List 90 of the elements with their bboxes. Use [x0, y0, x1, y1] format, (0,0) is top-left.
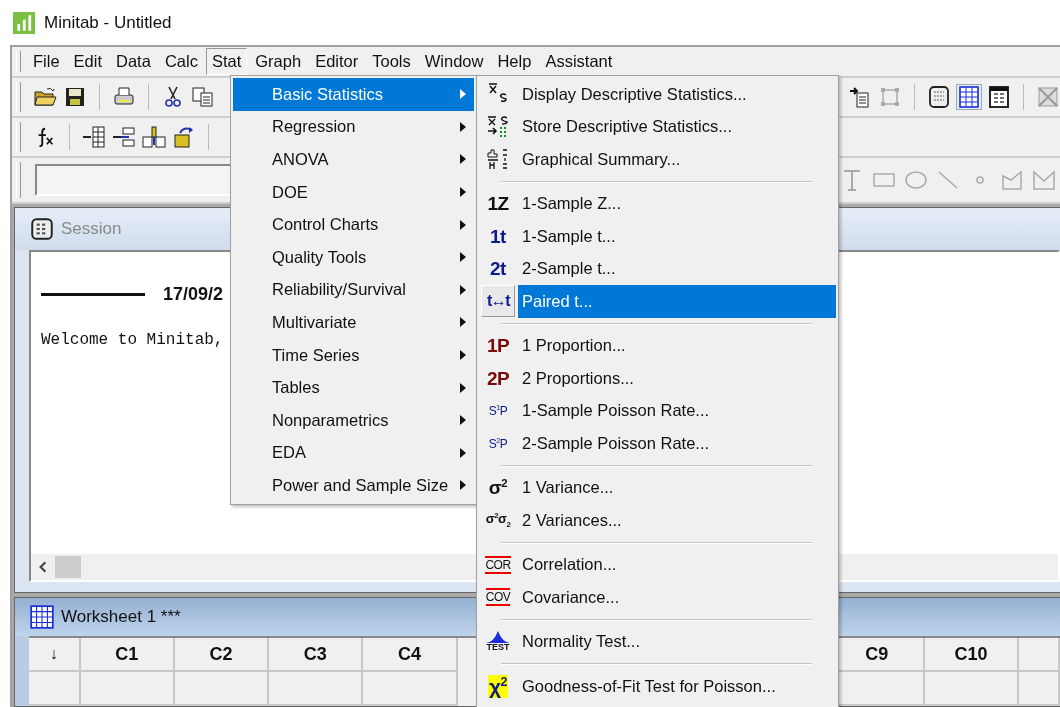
- histogram-icon[interactable]: [486, 147, 510, 172]
- column-header[interactable]: C1: [80, 638, 175, 672]
- window-title: Worksheet 1 ***: [61, 607, 181, 627]
- grid-icon[interactable]: [987, 85, 1011, 109]
- symbol-icon: 2t: [490, 259, 506, 279]
- menu-item[interactable]: Window: [418, 48, 490, 75]
- menu-item[interactable]: 2 Variances...: [518, 504, 836, 537]
- menu-item[interactable]: Data: [110, 48, 157, 75]
- menu-item[interactable]: Assistant: [539, 48, 619, 75]
- line-tool-icon[interactable]: [936, 168, 960, 192]
- column-header[interactable]: C3: [269, 638, 364, 672]
- save-icon[interactable]: [63, 85, 87, 109]
- menu-item[interactable]: File: [27, 48, 66, 75]
- copy-icon[interactable]: [191, 85, 215, 109]
- window-title: Minitab - Untitled: [44, 12, 172, 33]
- column-header[interactable]: ↓: [29, 638, 81, 672]
- symbol-icon: 1P: [486, 336, 510, 356]
- menu-item[interactable]: 1-Sample t...: [518, 220, 836, 253]
- menu-item[interactable]: 1-Sample Poisson Rate...: [518, 394, 836, 427]
- scrollbar-thumb[interactable]: [55, 556, 81, 578]
- polyline-tool-icon[interactable]: [1032, 168, 1056, 192]
- menu-item[interactable]: Paired t...: [518, 285, 836, 318]
- document-arrow-icon[interactable]: [848, 85, 872, 109]
- symbol-icon: χ$^{2}$: [487, 674, 509, 698]
- menu-item[interactable]: 2-Sample t...: [518, 252, 836, 285]
- menu-item[interactable]: Quality Tools: [233, 240, 474, 274]
- menu-item[interactable]: Display Descriptive Statistics...: [518, 78, 836, 111]
- menu-item[interactable]: EDA: [233, 436, 474, 470]
- stack-columns-icon[interactable]: [142, 125, 166, 149]
- menu-item[interactable]: Graphical Summary...: [518, 143, 836, 176]
- column-header[interactable]: C2: [174, 638, 270, 672]
- menu-item[interactable]: 1 Proportion...: [518, 329, 836, 362]
- open-folder-icon[interactable]: [33, 85, 57, 109]
- column-header[interactable]: C10: [924, 638, 1020, 672]
- menu-item[interactable]: Tables: [233, 371, 474, 404]
- session-text: Welcome to Minitab,: [41, 331, 224, 349]
- table-cell[interactable]: [363, 672, 458, 706]
- table-cell[interactable]: [80, 672, 175, 706]
- menu-item[interactable]: Covariance...: [518, 581, 836, 614]
- menu-item[interactable]: 2 Proportions...: [518, 362, 836, 395]
- worksheet-icon: [29, 604, 55, 630]
- ellipse-tool-icon[interactable]: [904, 168, 928, 192]
- insert-rows-icon[interactable]: [112, 125, 136, 149]
- menu-item[interactable]: Store Descriptive Statistics...: [518, 110, 836, 143]
- insert-columns-icon[interactable]: [82, 125, 106, 149]
- window-title: Session: [61, 219, 122, 239]
- menu-item[interactable]: DOE: [233, 175, 474, 209]
- menu-item[interactable]: Calc: [158, 48, 204, 75]
- symbol-icon: σ$^{2}$: [488, 478, 508, 498]
- store-statistics-icon[interactable]: [486, 114, 510, 139]
- menu-item[interactable]: 2-Sample Poisson Rate...: [518, 427, 836, 460]
- symbol-icon: σ$^{2}$σ$_{2}$: [485, 511, 511, 529]
- table-cell[interactable]: [1019, 672, 1060, 706]
- symbol-icon: 1Z: [487, 194, 509, 214]
- symbol-icon: 1t: [490, 226, 506, 246]
- symbol-icon: S$^{1}$P: [488, 404, 508, 418]
- menu-item[interactable]: Editor: [309, 48, 365, 75]
- menu-item[interactable]: Time Series: [233, 338, 474, 372]
- menu-item[interactable]: Tools: [366, 48, 417, 75]
- table-cell[interactable]: [174, 672, 270, 706]
- table-cell[interactable]: [269, 672, 364, 706]
- column-header[interactable]: C4: [363, 638, 458, 672]
- polygon-tool-icon[interactable]: [1000, 168, 1024, 192]
- menu-item[interactable]: Regression: [233, 110, 474, 144]
- session-date: 17/09/2: [163, 284, 224, 305]
- menu-item[interactable]: Reliability/Survival: [233, 273, 474, 307]
- menu-item[interactable]: Power and Sample Size: [233, 469, 474, 502]
- menu-item[interactable]: Help: [491, 48, 538, 75]
- menu-item[interactable]: Basic Statistics: [233, 78, 474, 111]
- session-icon: [29, 216, 55, 242]
- menu-item[interactable]: Graph: [249, 48, 308, 75]
- frame-icon[interactable]: [878, 85, 902, 109]
- symbol-icon: 2P: [486, 368, 510, 388]
- menu-item[interactable]: ANOVA: [233, 143, 474, 176]
- session-icon[interactable]: [927, 85, 951, 109]
- table-cell[interactable]: [924, 672, 1020, 706]
- menu-item[interactable]: 1 Variance...: [518, 471, 836, 504]
- menu-item[interactable]: Multivariate: [233, 306, 474, 339]
- menu-item[interactable]: Correlation...: [518, 548, 836, 581]
- app-logo-icon: [13, 11, 35, 34]
- menu-item[interactable]: Control Charts: [233, 208, 474, 241]
- menu-item[interactable]: Goodness-of-Fit Test for Poisson...: [518, 670, 836, 703]
- table-cell[interactable]: [29, 672, 81, 706]
- menu-item[interactable]: Nonparametrics: [233, 403, 474, 437]
- worksheet-icon[interactable]: [957, 85, 981, 109]
- menu-item[interactable]: 1-Sample Z...: [518, 187, 836, 220]
- menu-item[interactable]: Stat: [205, 48, 248, 75]
- symbol-icon: S$^{2}$P: [488, 436, 508, 450]
- symbol-icon: t↔t: [486, 293, 510, 310]
- menu-item[interactable]: Edit: [67, 48, 109, 75]
